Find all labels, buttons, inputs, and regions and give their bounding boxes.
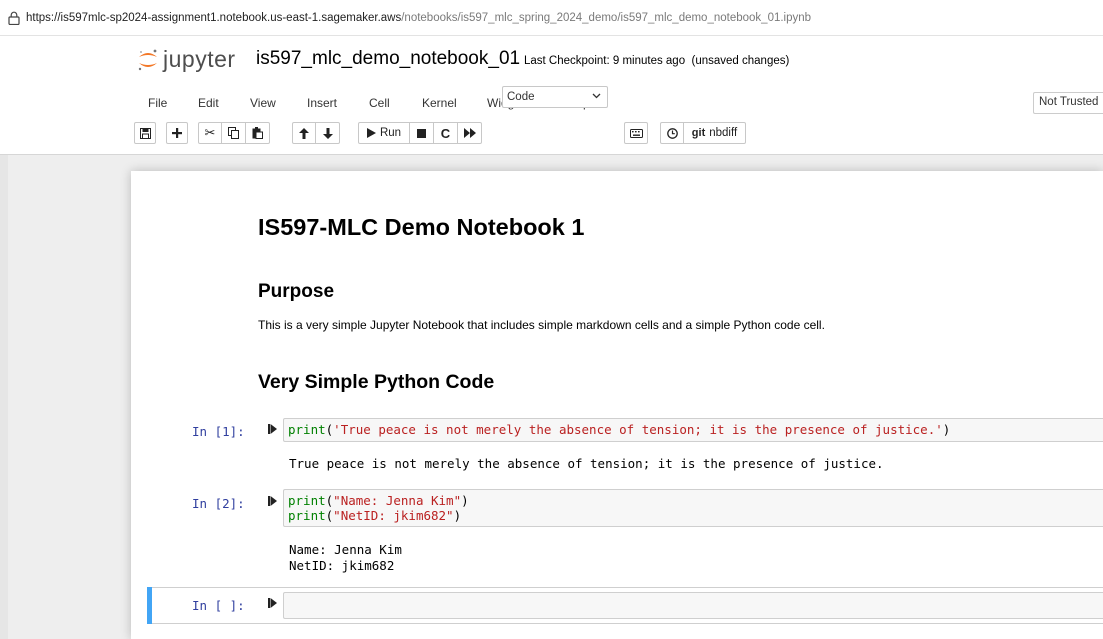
- code-cell-input[interactable]: print("Name: Jenna Kim") print("NetID: j…: [283, 489, 1103, 527]
- purpose-heading: Purpose: [258, 281, 335, 302]
- interrupt-button[interactable]: [410, 122, 434, 144]
- play-icon: [366, 128, 376, 138]
- menu-file[interactable]: File: [146, 94, 169, 112]
- chevron-down-icon: [592, 93, 601, 99]
- url-path: /notebooks/is597_mlc_spring_2024_demo/is…: [401, 11, 812, 24]
- browser-address-bar[interactable]: https://is597mlc-sp2024-assignment1.note…: [0, 0, 1103, 36]
- purpose-text: This is a very simple Jupyter Notebook t…: [258, 318, 825, 332]
- save-icon: [139, 127, 151, 139]
- code-string: "NetID: jkim682": [333, 508, 454, 523]
- notebook-name[interactable]: is597_mlc_demo_notebook_01: [256, 48, 520, 70]
- menu-edit[interactable]: Edit: [196, 94, 221, 112]
- insert-cell-button[interactable]: [166, 122, 188, 144]
- jupyter-logo[interactable]: jupyter: [137, 46, 236, 73]
- code-string: 'True peace is not merely the absence of…: [333, 422, 943, 437]
- url-host: https://is597mlc-sp2024-assignment1.note…: [26, 11, 402, 24]
- save-button[interactable]: [134, 122, 156, 144]
- fast-forward-icon: [463, 128, 476, 138]
- cell-prompt: In [2]:: [192, 496, 245, 511]
- scissors-icon: ✂: [204, 125, 216, 140]
- plus-icon: [172, 128, 182, 138]
- cell-type-value: Code: [507, 91, 535, 103]
- address-url[interactable]: https://is597mlc-sp2024-assignment1.note…: [26, 12, 811, 24]
- cell-prompt: In [ ]:: [192, 598, 245, 613]
- code-function: print: [288, 493, 326, 508]
- code-string: "Name: Jenna Kim": [333, 493, 462, 508]
- code-function: print: [288, 508, 326, 523]
- cell-output: Name: Jenna Kim NetID: jkim682: [289, 542, 402, 573]
- not-trusted-indicator[interactable]: Not Trusted: [1033, 92, 1103, 114]
- git-icon: git: [691, 127, 706, 139]
- move-down-button[interactable]: [316, 122, 340, 144]
- copy-icon: [228, 127, 239, 139]
- left-gutter: [0, 155, 8, 639]
- paste-button[interactable]: [246, 122, 270, 144]
- cell-output: True peace is not merely the absence of …: [289, 456, 884, 471]
- unsaved-changes-text: (unsaved changes): [691, 55, 790, 67]
- menu-insert[interactable]: Insert: [305, 94, 339, 112]
- menu-cell[interactable]: Cell: [367, 94, 392, 112]
- keyboard-shortcuts-button[interactable]: [624, 122, 648, 144]
- code-cell-input-empty[interactable]: [283, 592, 1103, 619]
- nbdiff-button[interactable]: git nbdiff: [684, 122, 746, 144]
- arrow-down-icon: [322, 127, 333, 139]
- output-line: NetID: jkim682: [289, 557, 395, 573]
- paste-icon: [252, 127, 263, 139]
- code-heading: Very Simple Python Code: [258, 371, 495, 393]
- output-line: Name: Jenna Kim: [289, 542, 402, 557]
- restart-button[interactable]: C: [434, 122, 458, 144]
- menu-view[interactable]: View: [248, 94, 278, 112]
- clock-icon: [666, 127, 678, 139]
- stop-icon: [417, 128, 426, 138]
- restart-icon: C: [440, 125, 451, 141]
- copy-button[interactable]: [222, 122, 246, 144]
- run-button[interactable]: Run: [358, 122, 410, 144]
- run-cell-icon[interactable]: [268, 423, 277, 437]
- jupyter-logo-icon: [138, 49, 157, 70]
- history-button[interactable]: [660, 122, 684, 144]
- cell-prompt: In [1]:: [192, 424, 245, 439]
- arrow-up-icon: [299, 127, 309, 139]
- menu-kernel[interactable]: Kernel: [420, 94, 459, 112]
- cut-button[interactable]: ✂: [198, 122, 222, 144]
- code-function: print: [288, 422, 326, 437]
- checkpoint-status: Last Checkpoint: 9 minutes ago (unsaved …: [524, 55, 789, 67]
- keyboard-icon: [629, 128, 643, 138]
- jupyter-logo-text: jupyter: [163, 46, 236, 72]
- checkpoint-text: Last Checkpoint: 9 minutes ago: [524, 55, 686, 67]
- move-up-button[interactable]: [292, 122, 316, 144]
- run-cell-icon[interactable]: [268, 597, 277, 611]
- notebook-container: [131, 171, 1103, 639]
- nbdiff-label: nbdiff: [709, 127, 738, 139]
- cell-type-select[interactable]: Code: [502, 86, 608, 108]
- toolbar: ✂ Run C git nbdiff: [0, 120, 1103, 148]
- restart-run-all-button[interactable]: [458, 122, 482, 144]
- lock-icon: [8, 11, 20, 25]
- run-cell-icon[interactable]: [268, 495, 277, 509]
- notebook-title-heading: IS597-MLC Demo Notebook 1: [258, 214, 585, 240]
- code-cell-input[interactable]: print('True peace is not merely the abse…: [283, 418, 1103, 442]
- run-label: Run: [379, 127, 402, 139]
